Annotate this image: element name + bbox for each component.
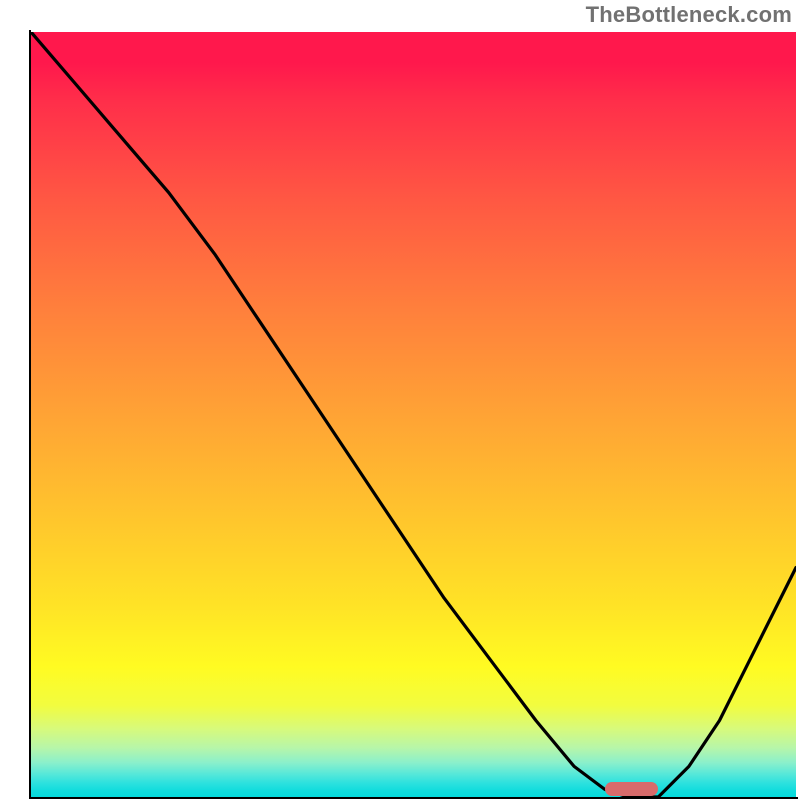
x-axis: [29, 797, 798, 799]
chart-canvas: TheBottleneck.com: [0, 0, 800, 800]
watermark-text: TheBottleneck.com: [586, 2, 792, 28]
optimal-marker: [605, 782, 659, 796]
bottleneck-curve: [31, 32, 796, 797]
y-axis: [29, 30, 31, 799]
